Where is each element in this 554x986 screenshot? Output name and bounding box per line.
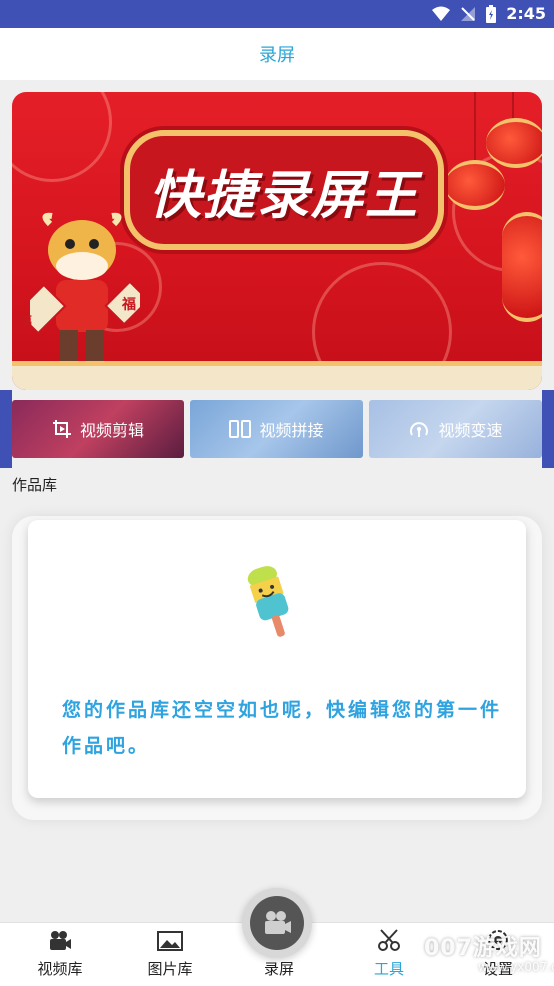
wifi-icon	[432, 6, 451, 21]
nav-label-record: 录屏	[263, 960, 294, 978]
nav-label-video-library: 视频库	[37, 960, 83, 978]
watermark-text: 007游戏网	[424, 936, 542, 961]
lantern-string	[474, 92, 476, 162]
record-fab-button[interactable]	[242, 888, 312, 958]
lantern-icon	[502, 212, 542, 322]
crop-icon	[52, 420, 71, 438]
nav-item-video-library[interactable]: 视频库	[10, 923, 110, 986]
couplet-char-left: 福	[18, 315, 32, 331]
video-merge-button[interactable]: 视频拼接	[190, 400, 363, 458]
popsicle-icon	[247, 566, 289, 637]
scissors-icon	[378, 929, 400, 951]
banner-title-plate: 快捷录屏王	[124, 130, 444, 250]
library-empty-message: 您的作品库还空空如也呢，快编辑您的第一件作品吧。	[62, 699, 503, 757]
library-section-label: 作品库	[12, 476, 58, 494]
video-camera-icon	[50, 931, 71, 950]
speedometer-icon	[410, 422, 429, 437]
video-edit-button[interactable]: 视频剪辑	[12, 400, 184, 458]
no-signal-icon	[461, 6, 476, 21]
image-icon	[157, 931, 183, 951]
status-time: 2:45	[506, 4, 546, 23]
nav-label-tools: 工具	[373, 960, 404, 978]
watermark-url: www.yx007.com	[478, 960, 554, 974]
lantern-icon	[445, 160, 505, 210]
banner-title: 快捷录屏王	[148, 165, 419, 226]
nav-label-image-library: 图片库	[147, 960, 193, 978]
scroll-edge-left	[0, 390, 12, 468]
video-speed-button[interactable]: 视频变速	[369, 400, 542, 458]
record-fab-inner	[250, 896, 304, 950]
tool-row: 视频剪辑 视频拼接 视频变速	[0, 390, 554, 468]
video-speed-label: 视频变速	[438, 421, 503, 440]
status-icons: 2:45	[432, 4, 546, 23]
battery-icon	[486, 4, 497, 23]
scroll-edge-right	[542, 390, 554, 468]
couplet-char-right: 福	[122, 297, 136, 313]
record-camera-icon	[265, 911, 291, 934]
page-title: 录屏	[259, 45, 295, 66]
lantern-icon	[486, 118, 542, 168]
promo-banner[interactable]: 快捷录屏王 福 福	[12, 92, 542, 390]
split-panel-icon	[229, 420, 252, 438]
video-merge-label: 视频拼接	[259, 421, 324, 440]
status-bar: 2:45	[0, 0, 554, 28]
app-header: 录屏	[0, 28, 554, 80]
swirl-decoration	[12, 92, 112, 182]
banner-ground	[12, 366, 542, 390]
video-edit-label: 视频剪辑	[79, 421, 144, 440]
nav-item-image-library[interactable]: 图片库	[120, 923, 220, 986]
